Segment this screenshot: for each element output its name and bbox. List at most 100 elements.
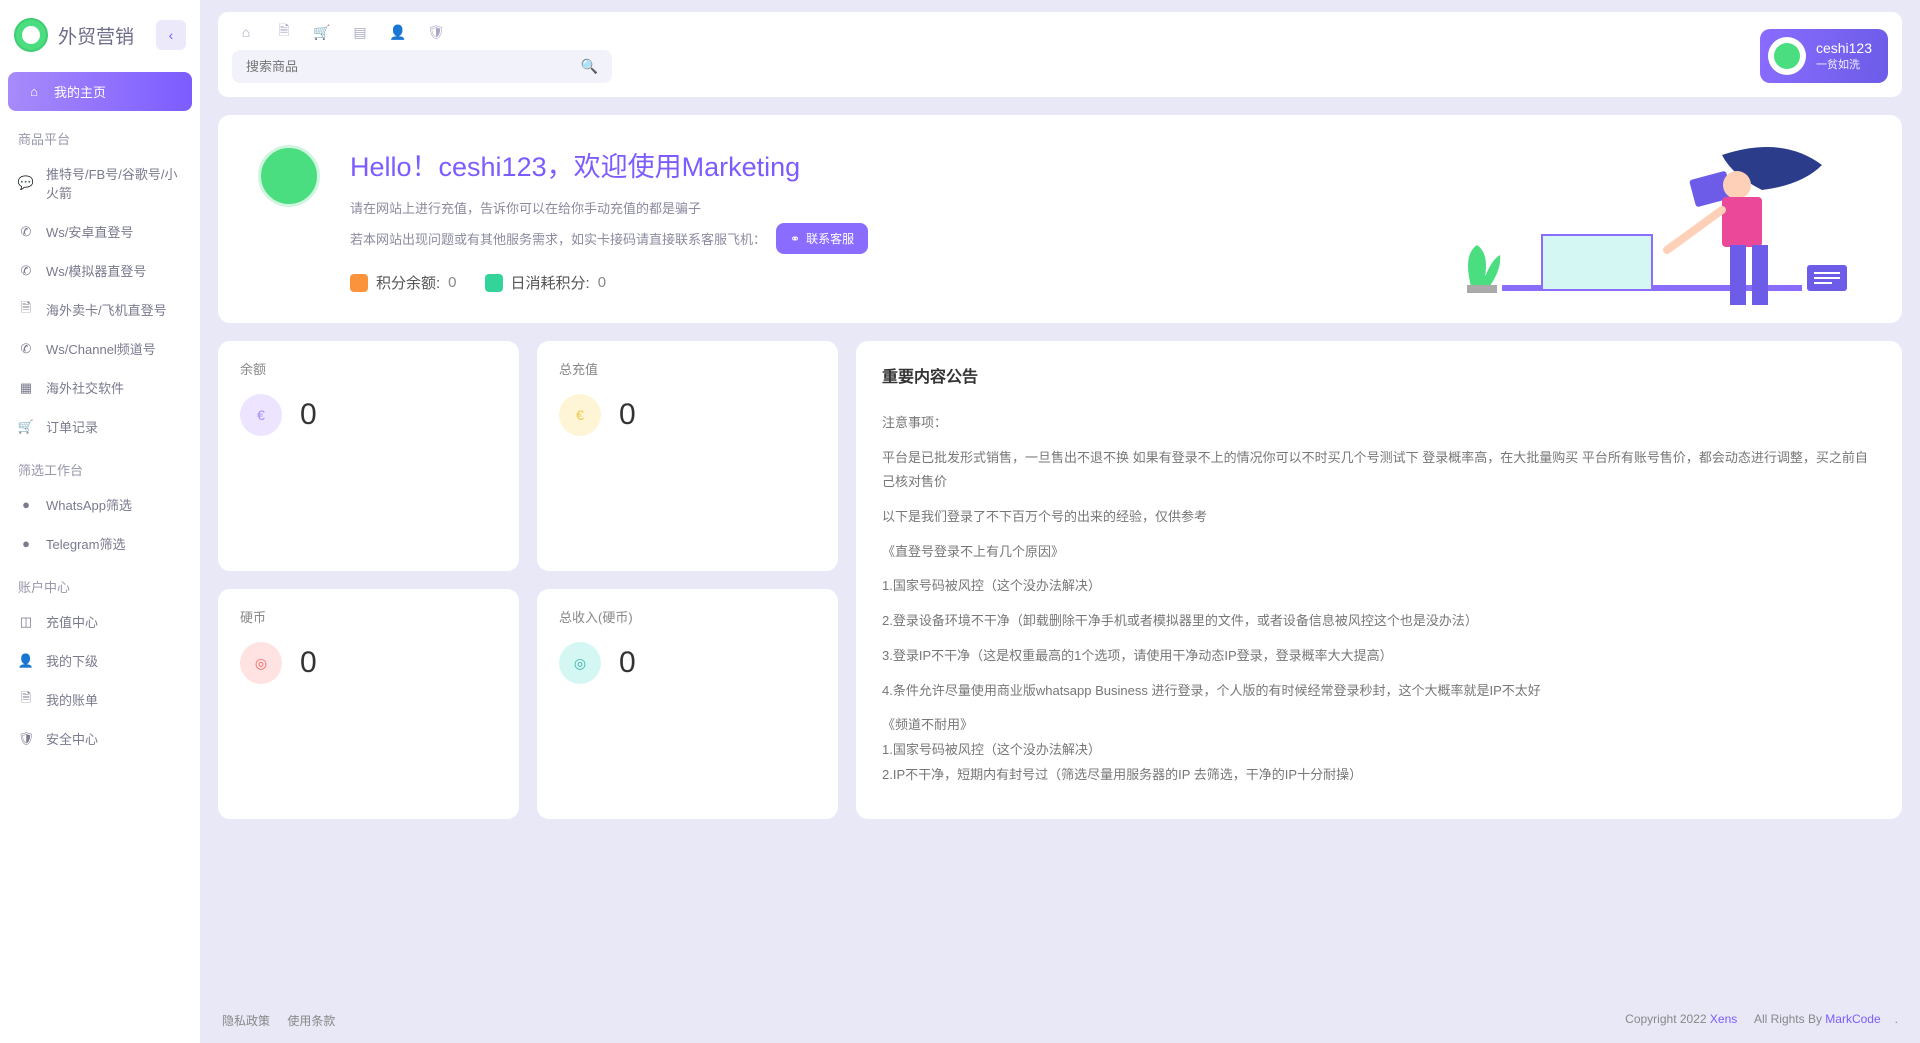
- hstat-val: 0: [448, 274, 456, 291]
- stat-value: 0: [619, 398, 636, 432]
- nav-home[interactable]: ⌂ 我的主页: [8, 72, 192, 111]
- stat-value: 0: [300, 398, 317, 432]
- nav-item-orders[interactable]: 🛒 订单记录: [0, 407, 200, 446]
- nav-item-ws-channel[interactable]: ✆Ws/Channel频道号: [0, 329, 200, 368]
- stat-value: 0: [619, 646, 636, 680]
- notice-title: 重要内容公告: [882, 363, 1876, 387]
- topbar: ⌂ 🗎 🛒 ▤ 👤 🛡 🔍 ceshi123 一贫如洗: [218, 12, 1902, 97]
- hero-stat-credits: 积分余额: 0: [350, 272, 457, 293]
- nav-label: 我的主页: [54, 82, 106, 101]
- nav-item-ws-emulator[interactable]: ✆Ws/模拟器直登号: [0, 251, 200, 290]
- home-icon[interactable]: ⌂: [238, 24, 254, 40]
- nav-item-bills[interactable]: 🗎 我的账单: [0, 680, 200, 719]
- target-icon: ◎: [240, 642, 282, 684]
- search-icon[interactable]: 🔍: [581, 58, 598, 75]
- card-icon: 🗎: [18, 302, 34, 318]
- list-icon[interactable]: ▤: [352, 24, 368, 40]
- hero-line2: 若本网站出现问题或有其他服务需求，如实卡接码请直接联系客服飞机： ⚭ 联系客服: [350, 223, 868, 254]
- nav-item-social[interactable]: ▦海外社交软件: [0, 368, 200, 407]
- hero-card: Hello！ceshi123，欢迎使用Marketing 请在网站上进行充值，告…: [218, 115, 1902, 323]
- notice-line: 《频道不耐用》: [882, 713, 1876, 738]
- whatsapp-icon: ✆: [18, 224, 34, 240]
- hstat-val: 0: [598, 274, 606, 291]
- nav-item-telegram-filter[interactable]: ● Telegram筛选: [0, 524, 200, 563]
- footer-terms-link[interactable]: 使用条款: [287, 1014, 335, 1028]
- nav-label: 充值中心: [46, 612, 98, 631]
- chevron-left-icon: ‹: [169, 27, 174, 43]
- notice-line: 4.条件允许尽量使用商业版whatsapp Business 进行登录，个人版的…: [882, 679, 1876, 704]
- contact-support-button[interactable]: ⚭ 联系客服: [776, 223, 868, 254]
- whatsapp-icon: ●: [18, 497, 34, 513]
- footer-privacy-link[interactable]: 隐私政策: [222, 1014, 270, 1028]
- app-icon: ▦: [18, 380, 34, 396]
- nav-section-filter: 筛选工作台: [0, 446, 200, 485]
- nav-item-security[interactable]: 🛡 安全中心: [0, 719, 200, 758]
- cart-icon: 🛒: [18, 419, 34, 435]
- footer-xens-link[interactable]: Xens: [1710, 1012, 1737, 1026]
- notice-line: 平台是已批发形式销售，一旦售出不退不换 如果有登录不上的情况你可以不时买几个号测…: [882, 446, 1876, 495]
- nav-label: 订单记录: [46, 417, 98, 436]
- stat-card-income: 总收入(硬币) ◎ 0: [537, 589, 838, 819]
- bill-icon: 🗎: [18, 692, 34, 708]
- nav-item-whatsapp-filter[interactable]: ● WhatsApp筛选: [0, 485, 200, 524]
- nav-label: 我的账单: [46, 690, 98, 709]
- nav-label: WhatsApp筛选: [46, 495, 132, 514]
- nav-label: Ws/安卓直登号: [46, 222, 133, 241]
- wallet-icon: ◫: [18, 614, 34, 630]
- sidebar-header: 外贸营销 ‹: [0, 8, 200, 68]
- nav-item-overseas-card[interactable]: 🗎 海外卖卡/飞机直登号: [0, 290, 200, 329]
- hero-line1: 请在网站上进行充值，告诉你可以在给你手动充值的都是骗子: [350, 198, 868, 217]
- notice-line: 1.国家号码被风控（这个没办法解决）: [882, 574, 1876, 599]
- search-input[interactable]: [246, 59, 581, 74]
- phone-icon: ✆: [18, 263, 34, 279]
- shield-icon: 🛡: [18, 731, 34, 747]
- sidebar: 外贸营销 ‹ ⌂ 我的主页 商品平台 💬推特号/FB号/谷歌号/小火箭 ✆Ws/…: [0, 0, 200, 1043]
- cart-icon[interactable]: 🛒: [314, 24, 330, 40]
- users-icon: 👤: [18, 653, 34, 669]
- telegram-icon: ●: [18, 536, 34, 552]
- footer: 隐私政策 使用条款 Copyright 2022 Xens All Rights…: [200, 998, 1920, 1043]
- hstat-label: 积分余额:: [376, 272, 440, 293]
- brand-logo-icon: [14, 18, 48, 52]
- nav-section-account: 账户中心: [0, 563, 200, 602]
- nav-item-recharge[interactable]: ◫ 充值中心: [0, 602, 200, 641]
- coins-icon: [350, 274, 368, 292]
- nav-label: 我的下级: [46, 651, 98, 670]
- brand-title: 外贸营销: [58, 22, 134, 49]
- hstat-label: 日消耗积分:: [511, 272, 590, 293]
- stat-card-balance: 余额 € 0: [218, 341, 519, 571]
- user-icon[interactable]: 👤: [390, 24, 406, 40]
- stat-card-coin: 硬币 ◎ 0: [218, 589, 519, 819]
- target-icon: ◎: [559, 642, 601, 684]
- stat-value: 0: [300, 646, 317, 680]
- sidebar-collapse-button[interactable]: ‹: [156, 20, 186, 50]
- search-box[interactable]: 🔍: [232, 50, 612, 83]
- hero-stat-daily: 日消耗积分: 0: [485, 272, 607, 293]
- shield-icon[interactable]: 🛡: [428, 24, 444, 40]
- user-name: ceshi123: [1816, 40, 1872, 56]
- doc-icon[interactable]: 🗎: [276, 24, 292, 40]
- footer-markcode-link[interactable]: MarkCode: [1825, 1012, 1880, 1026]
- nav-label: 海外卖卡/飞机直登号: [46, 300, 167, 319]
- hero-illustration: [1402, 125, 1882, 323]
- nav-label: Telegram筛选: [46, 534, 125, 553]
- copyright-mid: All Rights By: [1751, 1012, 1825, 1026]
- notice-line: 3.登录IP不干净（这是权重最高的1个选项，请使用干净动态IP登录，登录概率大大…: [882, 644, 1876, 669]
- chat-icon: 💬: [18, 175, 34, 191]
- hero-title: Hello！ceshi123，欢迎使用Marketing: [350, 145, 868, 184]
- nav-label: 安全中心: [46, 729, 98, 748]
- top-quick-icons: ⌂ 🗎 🛒 ▤ 👤 🛡: [232, 20, 1746, 50]
- nav-label: Ws/Channel频道号: [46, 339, 156, 358]
- stat-title: 总收入(硬币): [559, 607, 816, 626]
- nav-item-twitter[interactable]: 💬 推特号/FB号/谷歌号/小火箭: [0, 154, 200, 212]
- stat-title: 余额: [240, 359, 497, 378]
- notice-line: 《直登号登录不上有几个原因》: [882, 540, 1876, 565]
- hero-avatar-icon: [258, 145, 320, 207]
- nav-item-subordinate[interactable]: 👤 我的下级: [0, 641, 200, 680]
- notice-line: 2.IP不干净，短期内有封号过（筛选尽量用服务器的IP 去筛选，干净的IP十分耐…: [882, 763, 1876, 788]
- notice-line: 注意事项：: [882, 411, 1876, 436]
- avatar: [1768, 37, 1806, 75]
- nav-label: 推特号/FB号/谷歌号/小火箭: [46, 164, 182, 202]
- user-profile-button[interactable]: ceshi123 一贫如洗: [1760, 29, 1888, 83]
- nav-item-ws-android[interactable]: ✆ Ws/安卓直登号: [0, 212, 200, 251]
